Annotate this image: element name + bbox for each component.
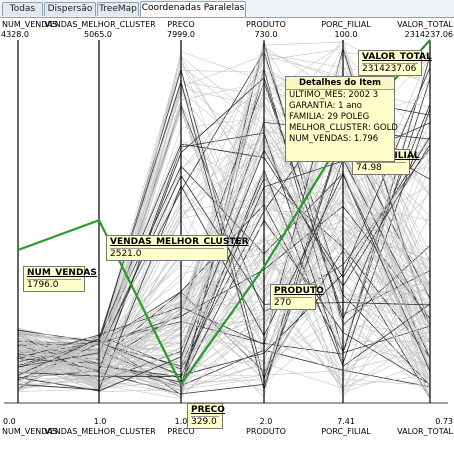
callout-produto: PRODUTO 270 [270,284,324,310]
detail-line: NUM_VENDAS: 1.796 [289,134,379,144]
axis-name-valor-total: VALOR_TOTAL [397,20,453,29]
axis-bottom-name-produto: PRODUTO [246,427,286,436]
callout-vendas-melhor-cluster-value: 2521.0 [110,248,224,259]
item-details-tooltip: Detalhes do Item ULTIMO_MES: 2002 3 GARA… [285,76,398,162]
axis-min-preco: 1.0 [175,417,188,426]
callout-preco-value: 329.0 [191,416,219,427]
axis-max-produto: 730.0 [255,30,278,39]
axis-name-vendas-melhor-cluster: VENDAS_MELHOR_CLUSTER [44,20,156,29]
callout-valor-total-value: 2314237.06 [362,63,418,74]
callout-porc-filial-value: 74.98 [356,162,406,173]
detail-line: FAMILIA: 29 POLEG [289,112,370,122]
callout-produto-label: PRODUTO [274,286,324,296]
axis-min-vendas-melhor-cluster: 1.0 [94,417,107,426]
callout-num-vendas-value: 1796.0 [27,279,81,290]
callout-preco-label: PRECO [191,405,225,415]
callout-num-vendas-label: NUM_VENDAS [27,268,97,278]
axis-bottom-name-vendas-melhor-cluster: VENDAS_MELHOR_CLUSTER [44,427,156,436]
callout-num-vendas: NUM_VENDAS 1796.0 [23,266,97,292]
axis-max-vendas-melhor-cluster: 5065.0 [84,30,112,39]
axis-max-valor-total: 2314237.06 [405,30,453,39]
axis-bottom-name-porc-filial: PORC_FILIAL [321,427,371,436]
callout-valor-total: VALOR_TOTAL 2314237.06 [358,50,432,76]
tab-todas[interactable]: Todas [2,2,43,16]
axis-name-porc-filial: PORC_FILIAL [321,20,371,29]
axis-min-num-vendas: 0.0 [3,417,16,426]
tab-bar: Todas Dispersão TreeMap Coordenadas Para… [0,0,454,18]
axis-max-porc-filial: 100.0 [335,30,358,39]
axis-min-produto: 2.0 [260,417,273,426]
tab-coordenadas-paralelas[interactable]: Coordenadas Paralelas [140,1,246,17]
callout-preco: PRECO 329.0 [187,403,225,429]
callout-produto-value: 270 [274,297,312,308]
callout-valor-total-label: VALOR_TOTAL [362,52,432,62]
callout-vendas-melhor-cluster: VENDAS_MELHOR_CLUSTER 2521.0 [106,235,249,261]
item-details-title: Detalhes do Item [286,77,394,90]
axis-bottom-name-valor-total: VALOR_TOTAL [397,427,453,436]
axis-max-preco: 7999.0 [167,30,195,39]
tab-dispersao[interactable]: Dispersão [44,2,96,16]
detail-line: ULTIMO_MES: 2002 3 [289,90,379,100]
axis-name-produto: PRODUTO [246,20,286,29]
parallel-coordinates-panel[interactable]: NUM_VENDAS 4328.0 VENDAS_MELHOR_CLUSTER … [0,18,454,453]
callout-vendas-melhor-cluster-label: VENDAS_MELHOR_CLUSTER [110,237,249,247]
axis-min-porc-filial: 7.41 [337,417,355,426]
detail-line: GARANTIA: 1 ano [289,101,362,111]
axis-name-preco: PRECO [167,20,194,29]
tab-treemap[interactable]: TreeMap [97,2,139,16]
axis-max-num-vendas: 4328.0 [1,30,29,39]
axis-min-valor-total: 0.73 [435,417,453,426]
detail-line: MELHOR_CLUSTER: GOLD [289,123,398,133]
